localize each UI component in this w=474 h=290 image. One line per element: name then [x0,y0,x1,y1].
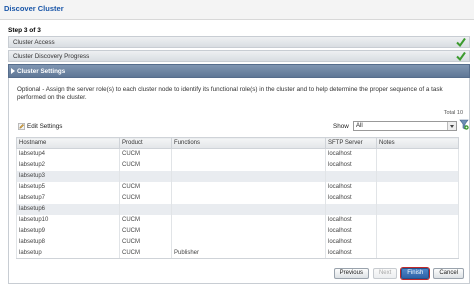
cell-functions [171,192,326,204]
cancel-button[interactable]: Cancel [433,268,464,279]
cell-hostname: labsetup8 [16,236,120,248]
cell-functions [171,214,326,226]
cell-sftp-server: localhost [325,181,377,193]
finish-button[interactable]: Finish [401,268,430,279]
accordion-cluster-access[interactable]: Cluster Access [8,36,470,48]
cell-product [119,170,172,182]
cell-product: CUCM [119,181,172,193]
cell-sftp-server [325,203,377,215]
show-select-value: All [356,123,363,129]
accordion-label: Cluster Settings [17,68,66,75]
cell-sftp-server: localhost [325,192,377,204]
cell-notes [376,159,459,171]
cell-functions: Publisher [171,247,326,259]
cell-functions [171,236,326,248]
table-row[interactable]: labsetup5 CUCM localhost [16,181,459,193]
accordion-label: Cluster Access [13,39,55,46]
cell-product: CUCM [119,214,172,226]
cell-notes [376,214,459,226]
column-header-sftp-server[interactable]: SFTP Server [325,137,377,149]
cell-hostname: labsetup4 [16,148,120,160]
table-row[interactable]: labsetup2 CUCM localhost [16,159,459,171]
cell-product: CUCM [119,192,172,204]
total-count: Total 10 [443,110,463,116]
table-row[interactable]: labsetup9 CUCM localhost [16,225,459,237]
table-row[interactable]: labsetup3 [16,170,459,182]
chevron-down-icon [447,122,456,130]
table-row[interactable]: labsetup CUCM Publisher localhost [16,247,459,259]
cell-hostname: labsetup9 [16,225,120,237]
cell-hostname: labsetup7 [16,192,120,204]
cell-hostname: labsetup5 [16,181,120,193]
cell-hostname: labsetup2 [16,159,120,171]
cell-functions [171,225,326,237]
cell-sftp-server [325,170,377,182]
cell-sftp-server: localhost [325,236,377,248]
pencil-icon [18,123,25,130]
cluster-nodes-table: Hostname Product Functions SFTP Server N… [16,137,459,259]
cell-notes [376,203,459,215]
column-header-hostname[interactable]: Hostname [16,137,120,149]
table-row[interactable]: labsetup8 CUCM localhost [16,236,459,248]
cell-hostname: labsetup6 [16,203,120,215]
cell-product: CUCM [119,247,172,259]
column-header-notes[interactable]: Notes [376,137,459,149]
cell-functions [171,203,326,215]
cell-notes [376,247,459,259]
cell-notes [376,225,459,237]
cell-notes [376,170,459,182]
cell-product: CUCM [119,159,172,171]
cell-sftp-server: localhost [325,148,377,160]
cell-sftp-server: localhost [325,214,377,226]
table-row[interactable]: labsetup6 [16,203,459,215]
cell-notes [376,148,459,160]
cell-functions [171,181,326,193]
table-row[interactable]: labsetup7 CUCM localhost [16,192,459,204]
checkmark-icon [456,51,466,61]
accordion-label: Cluster Discovery Progress [13,53,90,60]
accordion-cluster-discovery-progress[interactable]: Cluster Discovery Progress [8,50,470,62]
cell-hostname: labsetup10 [16,214,120,226]
page-title: Discover Cluster [4,4,64,13]
filter-icon[interactable] [459,119,469,131]
table-row[interactable]: labsetup10 CUCM localhost [16,214,459,226]
cell-notes [376,192,459,204]
page-header: Discover Cluster [0,0,474,20]
cell-product [119,203,172,215]
cell-functions [171,148,326,160]
column-header-functions[interactable]: Functions [171,137,326,149]
cell-sftp-server: localhost [325,225,377,237]
expand-arrow-icon [11,68,15,74]
edit-settings-button[interactable]: Edit Settings [18,121,62,132]
show-label: Show [333,123,349,130]
wizard-buttons: Previous Next Finish Cancel [333,268,464,279]
cell-product: CUCM [119,148,172,160]
cell-notes [376,236,459,248]
edit-settings-label: Edit Settings [27,123,63,130]
cell-sftp-server: localhost [325,247,377,259]
previous-button[interactable]: Previous [333,268,369,279]
checkmark-icon [456,37,466,47]
cell-hostname: labsetup [16,247,120,259]
step-indicator: Step 3 of 3 [8,27,41,34]
table-row[interactable]: labsetup4 CUCM localhost [16,148,459,160]
description-text: Optional - Assign the server role(s) to … [17,86,443,102]
cell-functions [171,159,326,171]
column-header-product[interactable]: Product [119,137,172,149]
cell-notes [376,181,459,193]
cell-sftp-server: localhost [325,159,377,171]
cell-functions [171,170,326,182]
show-filter-select[interactable]: All [353,121,457,131]
grid-toolbar: Edit Settings Show All [15,119,469,133]
cell-hostname: labsetup3 [16,170,120,182]
cell-product: CUCM [119,236,172,248]
accordion-cluster-settings[interactable]: Cluster Settings [8,64,470,78]
cell-product: CUCM [119,225,172,237]
table-header-row: Hostname Product Functions SFTP Server N… [16,137,459,149]
next-button: Next [372,268,398,279]
